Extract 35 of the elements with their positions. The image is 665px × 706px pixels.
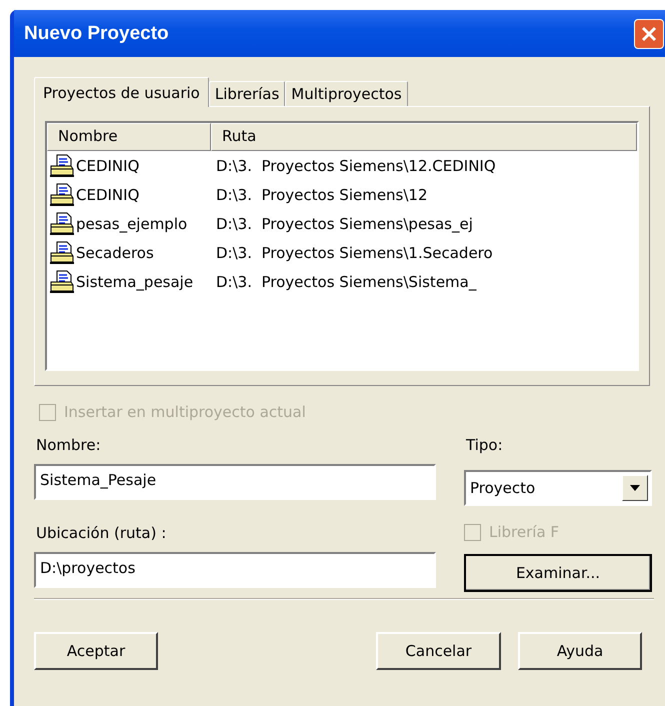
column-header[interactable]: Ruta: [211, 123, 637, 151]
browse-button[interactable]: Examinar...: [464, 554, 652, 592]
type-dropdown[interactable]: Proyecto: [464, 470, 652, 506]
project-name[interactable]: pesas_ejemplo: [76, 214, 216, 232]
dialog-button[interactable]: Cancelar: [376, 632, 501, 670]
project-path[interactable]: D:\3. Proyectos Siemens\pesas_ej: [216, 214, 473, 232]
project-name[interactable]: CEDINIQ: [76, 156, 216, 174]
close-button[interactable]: [634, 18, 664, 48]
tab[interactable]: Proyectos de usuario: [34, 77, 209, 107]
tab[interactable]: Librerías: [208, 81, 286, 106]
project-path[interactable]: D:\3. Proyectos Siemens\12.CEDINIQ: [216, 156, 496, 174]
dialog-button[interactable]: Ayuda: [518, 632, 642, 670]
project-name[interactable]: Secaderos: [76, 244, 216, 262]
project-name[interactable]: Sistema_pesaje: [76, 272, 216, 290]
name-field[interactable]: Sistema_Pesaje: [34, 464, 436, 500]
project-name[interactable]: CEDINIQ: [76, 186, 216, 204]
dialog-button[interactable]: Aceptar: [34, 632, 158, 670]
project-path[interactable]: D:\3. Proyectos Siemens\1.Secadero: [216, 244, 493, 262]
project-path[interactable]: D:\3. Proyectos Siemens\12: [216, 186, 428, 204]
project-icon: [49, 154, 75, 178]
column-header[interactable]: Nombre: [47, 123, 211, 151]
project-icon: [49, 182, 75, 206]
project-icon: [49, 212, 75, 236]
window-title: Nuevo Proyecto: [24, 22, 169, 44]
field-label: Nombre:: [36, 436, 102, 456]
field-label: Tipo:: [466, 436, 504, 456]
project-icon: [49, 240, 75, 264]
project-path[interactable]: D:\3. Proyectos Siemens\Sistema_: [216, 272, 476, 290]
close-icon: [641, 26, 657, 42]
tab[interactable]: Multiproyectos: [285, 81, 408, 106]
checkbox-label: Insertar en multiproyecto actual: [64, 403, 306, 421]
location-field[interactable]: D:\proyectos: [34, 552, 436, 588]
project-icon: [49, 270, 75, 294]
checkbox-label: Librería F: [489, 523, 560, 541]
field-label: Ubicación (ruta) :: [36, 524, 168, 544]
